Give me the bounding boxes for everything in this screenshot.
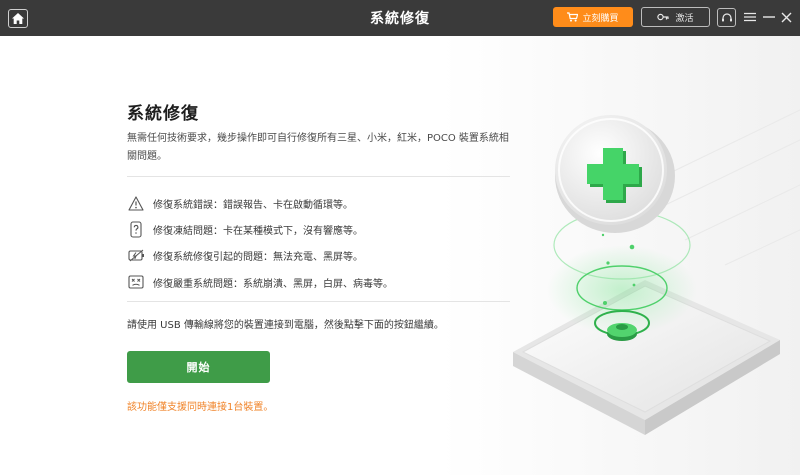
sensor-puck (607, 323, 637, 341)
page-heading: 系統修復 (127, 104, 199, 124)
feature-text: 修復凍結問題：卡在某種模式下，沒有響應等。 (153, 225, 363, 237)
key-icon (657, 13, 670, 21)
headset-icon (721, 12, 732, 21)
menu-icon (744, 12, 756, 22)
activate-button[interactable]: 激活 (641, 7, 710, 27)
feature-item: 修復嚴重系統問題：系統崩潰、黑屏，白屏、病毒等。 (127, 273, 393, 291)
menu-button[interactable] (743, 10, 757, 24)
connect-instruction: 請使用 USB 傳輸線將您的裝置連接到電腦，然後點擊下面的按鈕繼續。 (127, 320, 444, 331)
activate-label: 激活 (675, 13, 694, 24)
divider-bottom (127, 301, 510, 302)
support-button[interactable] (717, 8, 736, 27)
crash-icon (127, 273, 145, 291)
warning-icon (127, 194, 145, 212)
start-button[interactable]: 開始 (127, 351, 270, 383)
device-limit-note: 該功能僅支援同時連接1台裝置。 (127, 402, 274, 413)
buy-now-label: 立刻購買 (582, 13, 619, 24)
feature-item: 修復系統錯誤：錯誤報告、卡在啟動循環等。 (127, 194, 353, 212)
glow-effect (547, 245, 697, 335)
minimize-icon (763, 16, 775, 18)
feature-item: 修復系統修復引起的問題：無法充電、黑屏等。 (127, 246, 363, 264)
feature-text: 修復系統修復引起的問題：無法充電、黑屏等。 (153, 251, 363, 263)
divider-top (127, 176, 510, 177)
feature-text: 修復系統錯誤：錯誤報告、卡在啟動循環等。 (153, 199, 353, 211)
page-description: 無需任何技術要求，幾步操作即可自行修復所有三星、小米，紅米，POCO 裝置系統相… (127, 133, 509, 162)
battery-icon (127, 246, 145, 264)
phone-question-icon (127, 220, 145, 238)
close-button[interactable] (779, 10, 793, 24)
cart-icon (567, 12, 579, 22)
close-icon (781, 12, 791, 22)
buy-now-button[interactable]: 立刻購買 (553, 7, 633, 27)
repair-illustration (513, 109, 800, 435)
feature-item: 修復凍結問題：卡在某種模式下，沒有響應等。 (127, 220, 363, 238)
feature-text: 修復嚴重系統問題：系統崩潰、黑屏，白屏、病毒等。 (153, 278, 393, 290)
minimize-button[interactable] (762, 10, 776, 24)
title-bar: 系統修復 立刻購買 激活 (0, 0, 800, 36)
